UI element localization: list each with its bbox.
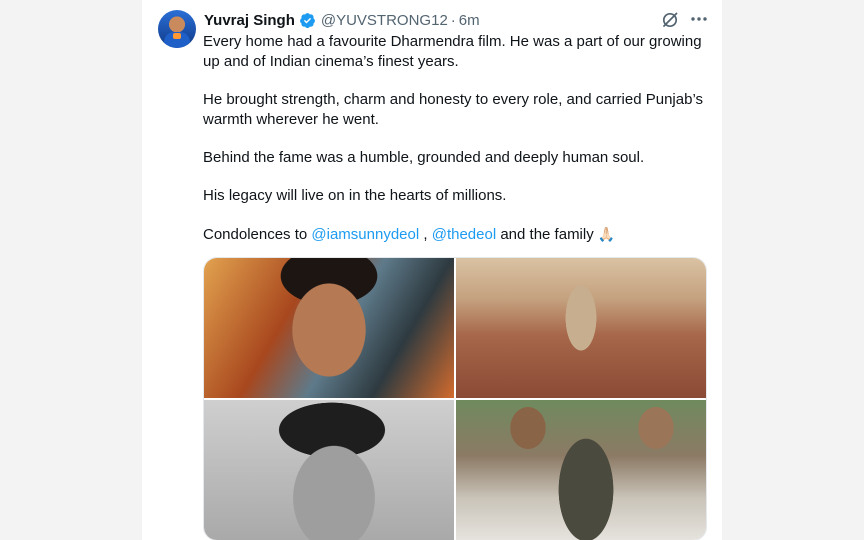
mention-thedeol[interactable]: @thedeol [432,226,496,243]
photo-portrait-bw[interactable] [204,400,454,540]
condolences-suffix: and the family [496,226,598,243]
folded-hands-emoji: 🙏🏻 [597,226,616,242]
tweet-paragraph-1: Every home had a favourite Dharmendra fi… [203,33,702,70]
more-icon[interactable] [688,8,710,30]
grok-icon[interactable] [660,10,680,30]
media-grid [203,257,707,540]
post-time[interactable]: 6m [459,12,480,29]
mention-separator: , [419,226,432,243]
mention-iamsunnydeol[interactable]: @iamsunnydeol [311,226,419,243]
author-name[interactable]: Yuvraj Singh [204,12,295,29]
photo-portrait-color[interactable] [204,258,454,398]
author-handle[interactable]: @YUVSTRONG12 [321,12,448,29]
photo-suit-vintage[interactable] [456,258,706,398]
tweet-text: Every home had a favourite Dharmendra fi… [203,32,703,263]
tweet-paragraph-2: He brought strength, charm and honesty t… [203,91,704,128]
avatar[interactable] [158,10,196,48]
tweet-paragraph-4: His legacy will live on in the hearts of… [203,187,507,204]
photo-group-family[interactable] [456,400,706,540]
tweet-card: Yuvraj Singh @YUVSTRONG12 · 6m Every hom… [142,0,722,540]
tweet-header: Yuvraj Singh @YUVSTRONG12 · 6m [204,10,480,30]
condolences-prefix: Condolences to [203,226,312,243]
verified-badge-icon [299,12,316,29]
tweet-paragraph-3: Behind the fame was a humble, grounded a… [203,149,645,166]
separator-dot: · [450,11,456,29]
tweet-paragraph-5: Condolences to @iamsunnydeol , @thedeol … [203,224,703,245]
